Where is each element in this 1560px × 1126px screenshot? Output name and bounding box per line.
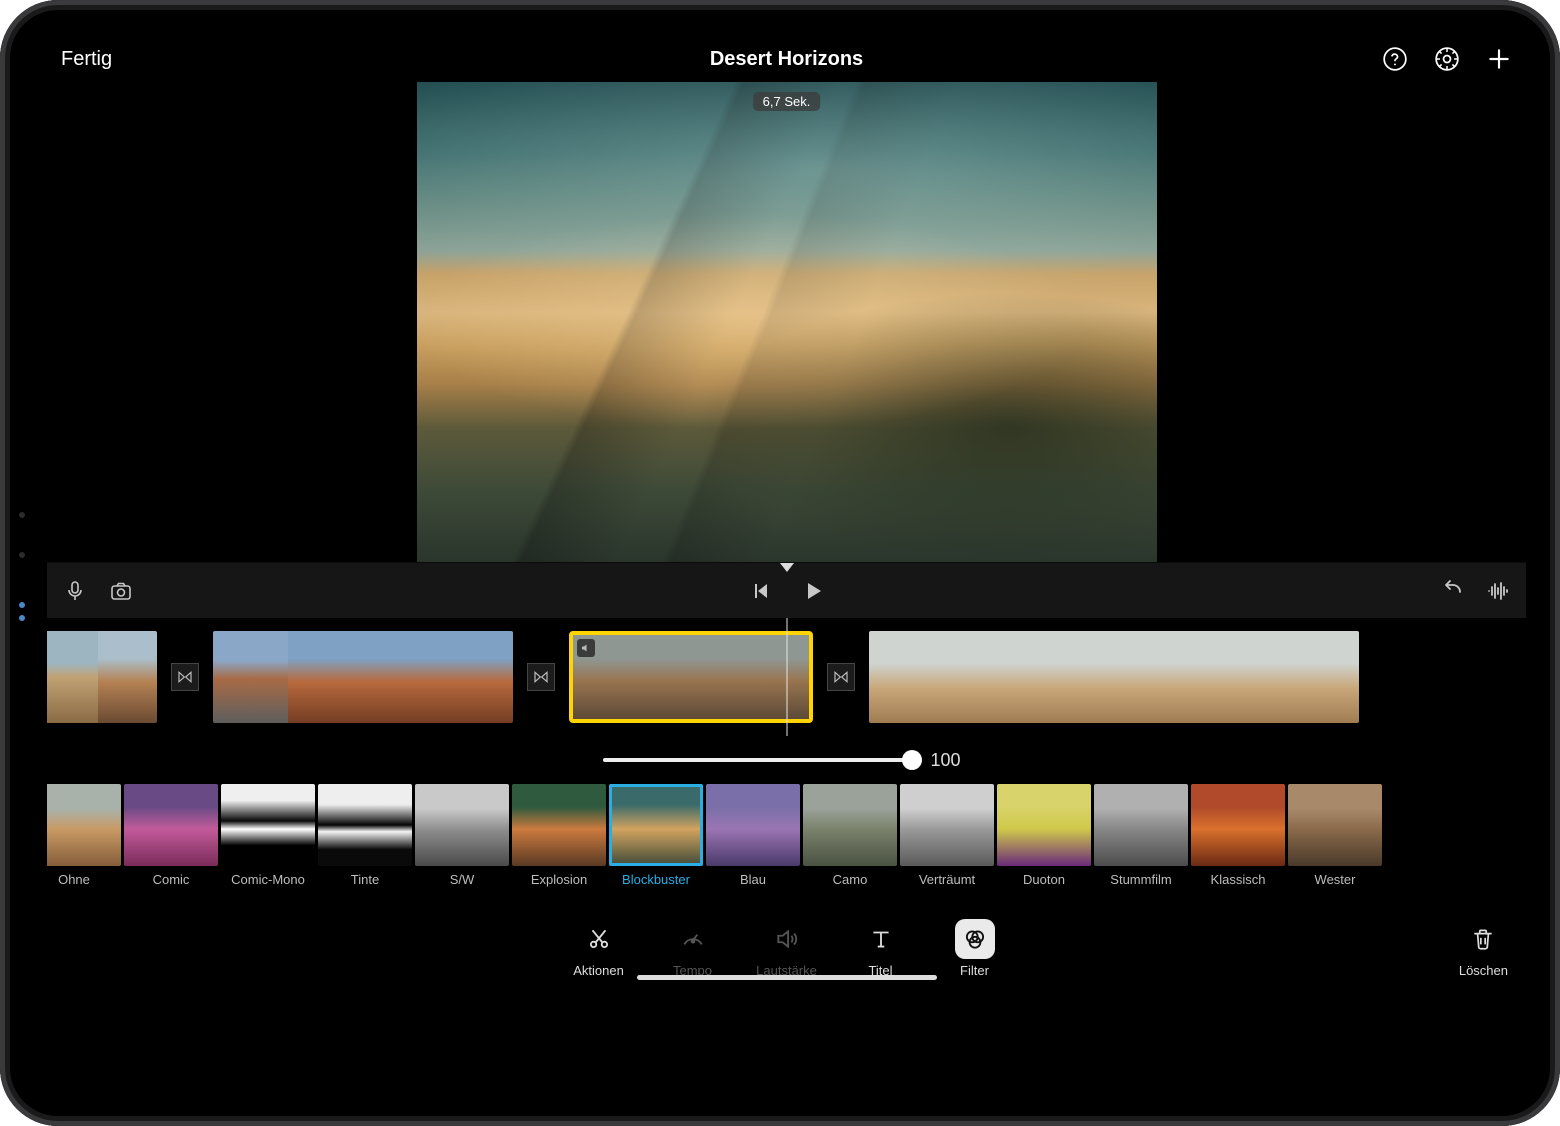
filters-tool[interactable]: Filter xyxy=(945,919,1005,978)
intensity-value: 100 xyxy=(931,750,971,771)
filter-thumbnail xyxy=(997,784,1091,866)
filter-thumbnail xyxy=(415,784,509,866)
filter-explosion[interactable]: Explosion xyxy=(512,784,606,906)
mute-icon xyxy=(577,639,595,657)
filter-thumbnail xyxy=(318,784,412,866)
timeline-clip[interactable] xyxy=(47,631,157,723)
filter-label: Explosion xyxy=(531,872,587,887)
project-title: Desert Horizons xyxy=(47,48,1526,71)
duration-badge: 6,7 Sek. xyxy=(753,92,821,111)
tempo-tool: Tempo xyxy=(663,919,723,978)
filter-label: Comic-Mono xyxy=(231,872,305,887)
trash-icon xyxy=(1463,919,1503,959)
settings-icon[interactable] xyxy=(1434,46,1460,72)
timeline-clip-selected[interactable] xyxy=(569,631,813,723)
filter-thumbnail xyxy=(803,784,897,866)
filter-label: S/W xyxy=(450,872,475,887)
filter-intensity-row: 100 xyxy=(47,736,1526,784)
filter-classic[interactable]: Klassisch xyxy=(1191,784,1285,906)
filter-label: Tinte xyxy=(351,872,379,887)
filter-thumbnail xyxy=(1191,784,1285,866)
filter-camo[interactable]: Camo xyxy=(803,784,897,906)
timeline-clip[interactable] xyxy=(213,631,513,723)
filter-none[interactable]: Ohne xyxy=(47,784,121,906)
filter-label: Wester xyxy=(1315,872,1356,887)
filter-label: Blau xyxy=(740,872,766,887)
preview-frame: 6,7 Sek. xyxy=(417,82,1157,562)
audio-waveform-icon[interactable] xyxy=(1486,579,1510,603)
filter-thumbnail xyxy=(609,784,703,866)
filter-label: Comic xyxy=(153,872,190,887)
slider-thumb[interactable] xyxy=(902,750,922,770)
transition-icon[interactable] xyxy=(171,663,199,691)
actions-tool[interactable]: Aktionen xyxy=(569,919,629,978)
volume-tool: Lautstärke xyxy=(757,919,817,978)
filter-thumbnail xyxy=(1094,784,1188,866)
filter-label: Klassisch xyxy=(1211,872,1266,887)
camera-icon[interactable] xyxy=(109,579,133,603)
filter-thumbnail xyxy=(512,784,606,866)
filters-icon xyxy=(955,919,995,959)
add-icon[interactable] xyxy=(1486,46,1512,72)
preview-viewer[interactable]: 6,7 Sek. xyxy=(47,82,1526,562)
filter-thumbnail xyxy=(47,784,121,866)
done-button[interactable]: Fertig xyxy=(61,48,112,71)
filter-thumbnail xyxy=(1288,784,1382,866)
filter-label: Duoton xyxy=(1023,872,1065,887)
filter-thumbnail xyxy=(124,784,218,866)
filter-label: Ohne xyxy=(58,872,90,887)
filter-thumbnail xyxy=(900,784,994,866)
filter-label: Blockbuster xyxy=(622,872,690,887)
playback-toolbar xyxy=(47,562,1526,618)
skip-back-icon[interactable] xyxy=(749,579,773,603)
timeline[interactable] xyxy=(47,618,1526,736)
help-icon[interactable] xyxy=(1382,46,1408,72)
filter-comic[interactable]: Comic xyxy=(124,784,218,906)
filter-ink[interactable]: Tinte xyxy=(318,784,412,906)
tool-label: Löschen xyxy=(1459,963,1508,978)
filter-strip[interactable]: Ohne Comic Comic-Mono Tinte S/W Explosion Bloc… xyxy=(47,784,1526,906)
filter-label: Camo xyxy=(833,872,868,887)
speaker-icon xyxy=(767,919,807,959)
transition-icon[interactable] xyxy=(827,663,855,691)
filter-thumbnail xyxy=(706,784,800,866)
filter-bw[interactable]: S/W xyxy=(415,784,509,906)
top-toolbar: Fertig Desert Horizons xyxy=(47,36,1526,82)
tool-label: Aktionen xyxy=(573,963,624,978)
home-indicator[interactable] xyxy=(637,975,937,980)
undo-icon[interactable] xyxy=(1440,579,1464,603)
delete-button[interactable]: Löschen xyxy=(1459,919,1508,978)
filter-label: Stummfilm xyxy=(1110,872,1171,887)
titles-tool[interactable]: Titel xyxy=(851,919,911,978)
filter-western[interactable]: Wester xyxy=(1288,784,1382,906)
filter-dreamy[interactable]: Verträumt xyxy=(900,784,994,906)
bottom-toolbar: Aktionen Tempo Lautstärke xyxy=(47,906,1526,986)
intensity-slider[interactable] xyxy=(603,758,913,762)
play-icon[interactable] xyxy=(801,579,825,603)
filter-blue[interactable]: Blau xyxy=(706,784,800,906)
scissors-icon xyxy=(579,919,619,959)
text-icon xyxy=(861,919,901,959)
transition-icon[interactable] xyxy=(527,663,555,691)
filter-duotone[interactable]: Duoton xyxy=(997,784,1091,906)
speedometer-icon xyxy=(673,919,713,959)
voiceover-icon[interactable] xyxy=(63,579,87,603)
filter-comic-mono[interactable]: Comic-Mono xyxy=(221,784,315,906)
timeline-clip[interactable] xyxy=(869,631,1359,723)
playhead-line[interactable] xyxy=(786,618,788,736)
filter-thumbnail xyxy=(221,784,315,866)
tool-label: Filter xyxy=(960,963,989,978)
filter-silent[interactable]: Stummfilm xyxy=(1094,784,1188,906)
filter-label: Verträumt xyxy=(919,872,975,887)
filter-blockbuster[interactable]: Blockbuster xyxy=(609,784,703,906)
